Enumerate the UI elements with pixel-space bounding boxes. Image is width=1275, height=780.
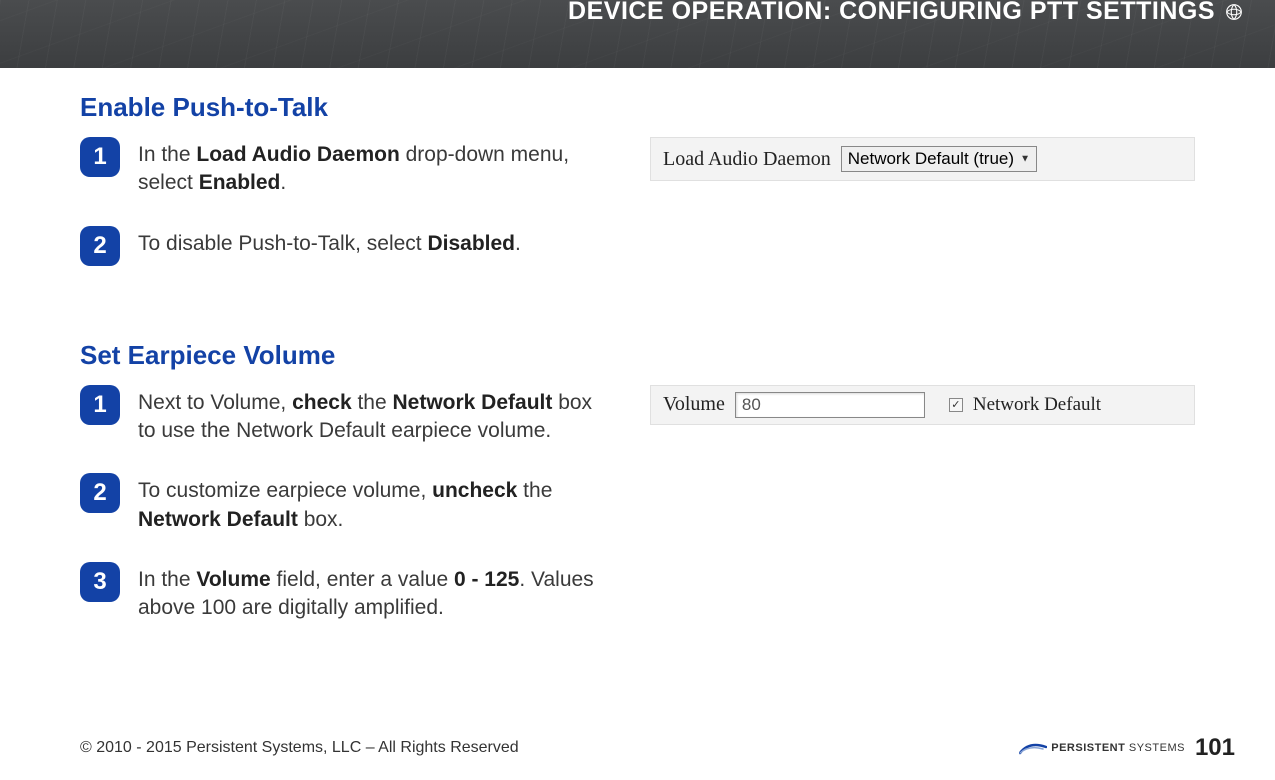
txt: the <box>352 391 393 414</box>
txt: To customize earpiece volume, <box>138 479 432 502</box>
txt-bold: check <box>292 391 352 414</box>
txt-bold: 0 - 125 <box>454 568 519 591</box>
txt: . <box>280 171 286 194</box>
txt: box. <box>298 508 344 531</box>
txt-bold: uncheck <box>432 479 517 502</box>
page-number: 101 <box>1195 734 1235 762</box>
network-default-label: Network Default <box>973 394 1101 416</box>
section1-title: Enable Push-to-Talk <box>80 92 1195 123</box>
txt-bold: Network De­fault <box>393 391 553 414</box>
txt-bold: Network Default <box>138 508 298 531</box>
logo-bold: PERSISTENT <box>1051 742 1125 754</box>
section2-snippet: Volume 80 ✓ Network Default <box>650 385 1195 425</box>
header-title: DEVICE OPERATION: CONFIGURING PTT SETTIN… <box>568 0 1245 26</box>
section2-row: 1 Next to Volume, check the Network De­f… <box>80 385 1195 651</box>
txt: In the <box>138 143 196 166</box>
txt: the <box>517 479 552 502</box>
section1-left: 1 In the Load Audio Daemon drop-down men… <box>80 137 610 294</box>
section1-snippet: Load Audio Daemon Network Default (true) <box>650 137 1195 181</box>
txt: In the <box>138 568 196 591</box>
txt-bold: Enabled <box>199 171 281 194</box>
logo-text: PERSISTENT SYSTEMS <box>1051 742 1185 754</box>
step-badge: 1 <box>80 137 120 177</box>
section2-title: Set Earpiece Volume <box>80 340 1195 371</box>
step-badge: 2 <box>80 473 120 513</box>
section2-step3: 3 In the Volume field, enter a value 0 -… <box>80 562 610 623</box>
section1-step2: 2 To disable Push-to-Talk, select Disabl… <box>80 226 610 266</box>
header-title-text: DEVICE OPERATION: CONFIGURING PTT SETTIN… <box>568 0 1215 26</box>
section2-step2: 2 To customize earpiece volume, uncheck … <box>80 473 610 534</box>
swirl-icon <box>1223 1 1245 23</box>
step-text: Next to Volume, check the Network De­fau… <box>138 385 610 446</box>
copyright-text: © 2010 - 2015 Persistent Systems, LLC – … <box>80 739 519 757</box>
step-text: To customize earpiece volume, uncheck th… <box>138 473 610 534</box>
step-text: To disable Push-to-Talk, select Disabled… <box>138 226 521 266</box>
load-audio-daemon-label: Load Audio Daemon <box>663 148 831 171</box>
section2-left: 1 Next to Volume, check the Network De­f… <box>80 385 610 651</box>
swoosh-icon <box>1019 739 1047 757</box>
section1-step1: 1 In the Load Audio Daemon drop-down men… <box>80 137 610 198</box>
logo-rest: SYSTEMS <box>1125 742 1185 754</box>
footer-right: PERSISTENT SYSTEMS 101 <box>1019 734 1235 762</box>
txt: To disable Push-to-Talk, select <box>138 232 427 255</box>
persistent-systems-logo: PERSISTENT SYSTEMS <box>1019 739 1185 757</box>
load-audio-daemon-row: Load Audio Daemon Network Default (true) <box>650 137 1195 181</box>
txt: . <box>515 232 521 255</box>
network-default-checkbox[interactable]: ✓ <box>949 398 963 412</box>
section1-row: 1 In the Load Audio Daemon drop-down men… <box>80 137 1195 294</box>
txt-bold: Load Audio Daemon <box>196 143 399 166</box>
page-footer: © 2010 - 2015 Persistent Systems, LLC – … <box>0 734 1275 762</box>
page-header: DEVICE OPERATION: CONFIGURING PTT SETTIN… <box>0 0 1275 68</box>
volume-label: Volume <box>663 393 725 416</box>
txt: field, enter a value <box>271 568 454 591</box>
step-badge: 3 <box>80 562 120 602</box>
txt-bold: Volume <box>196 568 270 591</box>
txt: Next to Volume, <box>138 391 292 414</box>
step-text: In the Volume field, enter a value 0 - 1… <box>138 562 610 623</box>
volume-row: Volume 80 ✓ Network Default <box>650 385 1195 425</box>
load-audio-daemon-select[interactable]: Network Default (true) <box>841 146 1037 172</box>
content-area: Enable Push-to-Talk 1 In the Load Audio … <box>0 68 1275 651</box>
txt-bold: Disabled <box>427 232 515 255</box>
step-text: In the Load Audio Daemon drop-down menu,… <box>138 137 610 198</box>
step-badge: 2 <box>80 226 120 266</box>
volume-input[interactable]: 80 <box>735 392 925 418</box>
step-badge: 1 <box>80 385 120 425</box>
select-value: Network Default (true) <box>848 149 1014 169</box>
section2-step1: 1 Next to Volume, check the Network De­f… <box>80 385 610 446</box>
